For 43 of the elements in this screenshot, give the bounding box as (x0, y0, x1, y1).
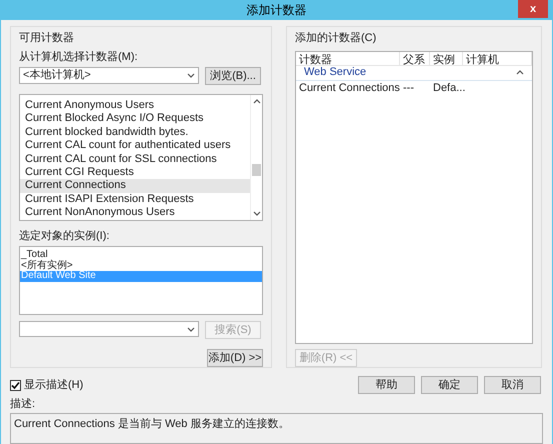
search-dropdown[interactable] (19, 321, 199, 337)
checkmark-icon (11, 380, 20, 390)
close-button[interactable]: x (518, 0, 548, 18)
table-cell-text: Defa... (432, 80, 463, 96)
chevron-down-icon (187, 73, 195, 78)
column-header[interactable]: 计算机 (463, 52, 532, 64)
group-title: 添加的计数器(C) (295, 31, 378, 46)
counter-item[interactable]: Current ISAPI Extension Requests (20, 192, 250, 206)
column-header[interactable]: 父系 (400, 52, 430, 64)
counter-item[interactable]: Current CAL count for SSL connections (20, 152, 250, 166)
counter-item[interactable]: Current Anonymous Users (20, 99, 250, 112)
counter-item[interactable]: Current blocked bandwidth bytes. (20, 126, 250, 140)
chevron-down-icon (187, 326, 195, 332)
counter-item[interactable]: Current NonAnonymous Users (20, 206, 250, 220)
computer-dropdown[interactable]: <本地计算机> (19, 67, 199, 84)
field-label: 从计算机选择计数器(M): (19, 50, 139, 64)
dialog-button[interactable]: 帮助 (358, 376, 415, 394)
field-label: 描述: (9, 397, 36, 412)
dialog-button[interactable]: 确定 (421, 376, 478, 394)
chevron-up-icon (252, 99, 260, 104)
table-cell-text: Current Connections (298, 80, 400, 96)
show-description-checkbox[interactable]: 显示描述(H) (10, 376, 84, 394)
instance-item[interactable]: _Total (20, 250, 262, 261)
table-cell-text: --- (402, 80, 415, 96)
chevron-up-icon (516, 70, 524, 75)
counter-item[interactable]: Current Connections (20, 179, 250, 193)
checkbox-box[interactable] (10, 380, 21, 390)
column-header[interactable]: 计数器 (296, 52, 400, 64)
counter-item[interactable]: Current Blocked Async I/O Requests (20, 112, 250, 126)
description-text: Current Connections 是当前与 Web 服务建立的连接数。 (14, 418, 290, 430)
instance-item[interactable]: <所有实例> (20, 260, 262, 272)
scrollbar-thumb[interactable] (252, 164, 261, 176)
column-header[interactable]: 实例 (430, 52, 463, 64)
field-label: 选定对象的实例(I): (19, 228, 110, 244)
group-title: 可用计数器 (19, 31, 75, 46)
dialog-button[interactable]: 添加(D) >> (207, 349, 263, 367)
dialog-button[interactable]: 取消 (484, 376, 541, 394)
window-title: 添加计数器 (246, 2, 306, 19)
dialog-button[interactable]: 浏览(B)... (205, 67, 261, 85)
chevron-down-icon (252, 210, 260, 216)
group-header[interactable]: Web Service (296, 66, 532, 80)
counter-item[interactable]: Current CAL count for authenticated users (20, 139, 250, 153)
counter-item[interactable]: Current CGI Requests (20, 166, 250, 180)
